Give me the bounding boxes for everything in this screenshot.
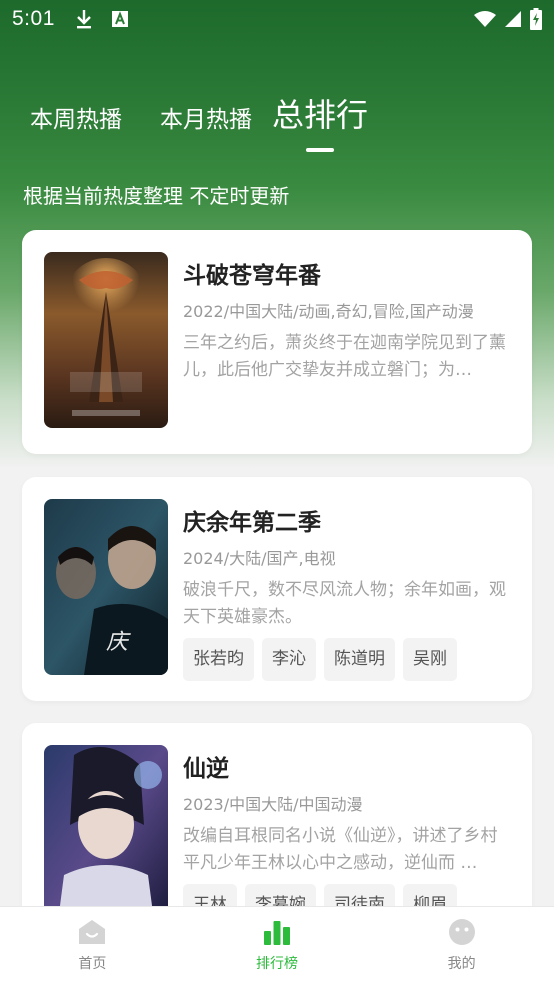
ranking-tabs: 本周热播 本月热播 总排行 [30, 90, 369, 152]
nav-mine[interactable]: 我的 [369, 907, 554, 984]
profile-face-icon [448, 919, 475, 945]
cast-tags: 张若昀 李沁 陈道明 吴刚 [183, 638, 457, 681]
poster-image: 庆 [44, 499, 168, 675]
nav-rank-label: 排行榜 [256, 956, 298, 972]
item-meta: 2024/大陆/国产,电视 [183, 549, 336, 568]
bottom-navigation: 首页 排行榜 我的 [0, 906, 554, 984]
cast-tag[interactable]: 李沁 [262, 638, 316, 681]
ranking-card[interactable]: 庆 庆余年第二季 2024/大陆/国产,电视 破浪千尺，数不尽风流人物；余年如画… [22, 477, 532, 701]
cast-tag[interactable]: 陈道明 [324, 638, 395, 681]
nav-home-label: 首页 [78, 956, 107, 972]
nav-mine-label: 我的 [447, 956, 476, 972]
bar-chart-icon [264, 921, 290, 945]
nav-home[interactable]: 首页 [0, 907, 185, 984]
wifi-icon [474, 11, 496, 27]
item-title: 斗破苍穹年番 [183, 263, 321, 289]
nav-rank[interactable]: 排行榜 [185, 907, 370, 984]
tab-weekly[interactable]: 本周热播 [30, 100, 122, 136]
cast-tag[interactable]: 吴刚 [403, 638, 457, 681]
download-icon [76, 10, 91, 29]
tab-monthly[interactable]: 本月热播 [160, 100, 252, 136]
item-title: 庆余年第二季 [183, 510, 321, 536]
item-description: 三年之约后，萧炎终于在迦南学院见到了薰儿，此后他广交挚友并成立磐门；为… [183, 333, 506, 380]
item-description: 破浪千尺，数不尽风流人物；余年如画，观天下英雄豪杰。 [183, 580, 506, 627]
battery-icon [530, 8, 542, 30]
ranking-subtitle: 根据当前热度整理 不定时更新 [23, 184, 290, 208]
item-meta: 2023/中国大陆/中国动漫 [183, 795, 363, 814]
ranking-card[interactable]: 斗破苍穹年番 2022/中国大陆/动画,奇幻,冒险,国产动漫 三年之约后，萧炎终… [22, 230, 532, 454]
status-time: 5:01 [12, 7, 55, 30]
tab-overall[interactable]: 总排行 [272, 90, 369, 152]
tab-active-indicator [306, 148, 334, 152]
item-description: 改编自耳根同名小说《仙逆》，讲述了乡村平凡少年王林以心中之感动，逆仙而 … [183, 826, 498, 873]
status-bar: 5:01 [0, 0, 554, 38]
tab-overall-label: 总排行 [272, 96, 369, 134]
svg-text:庆: 庆 [106, 630, 131, 655]
item-title: 仙逆 [183, 756, 229, 782]
poster-image [44, 252, 168, 428]
item-meta: 2022/中国大陆/动画,奇幻,冒险,国产动漫 [183, 302, 474, 321]
home-icon [79, 920, 106, 944]
signal-icon [505, 11, 521, 27]
cast-tag[interactable]: 张若昀 [183, 638, 254, 681]
poster-image [44, 745, 168, 921]
app-notification-icon [111, 11, 128, 27]
